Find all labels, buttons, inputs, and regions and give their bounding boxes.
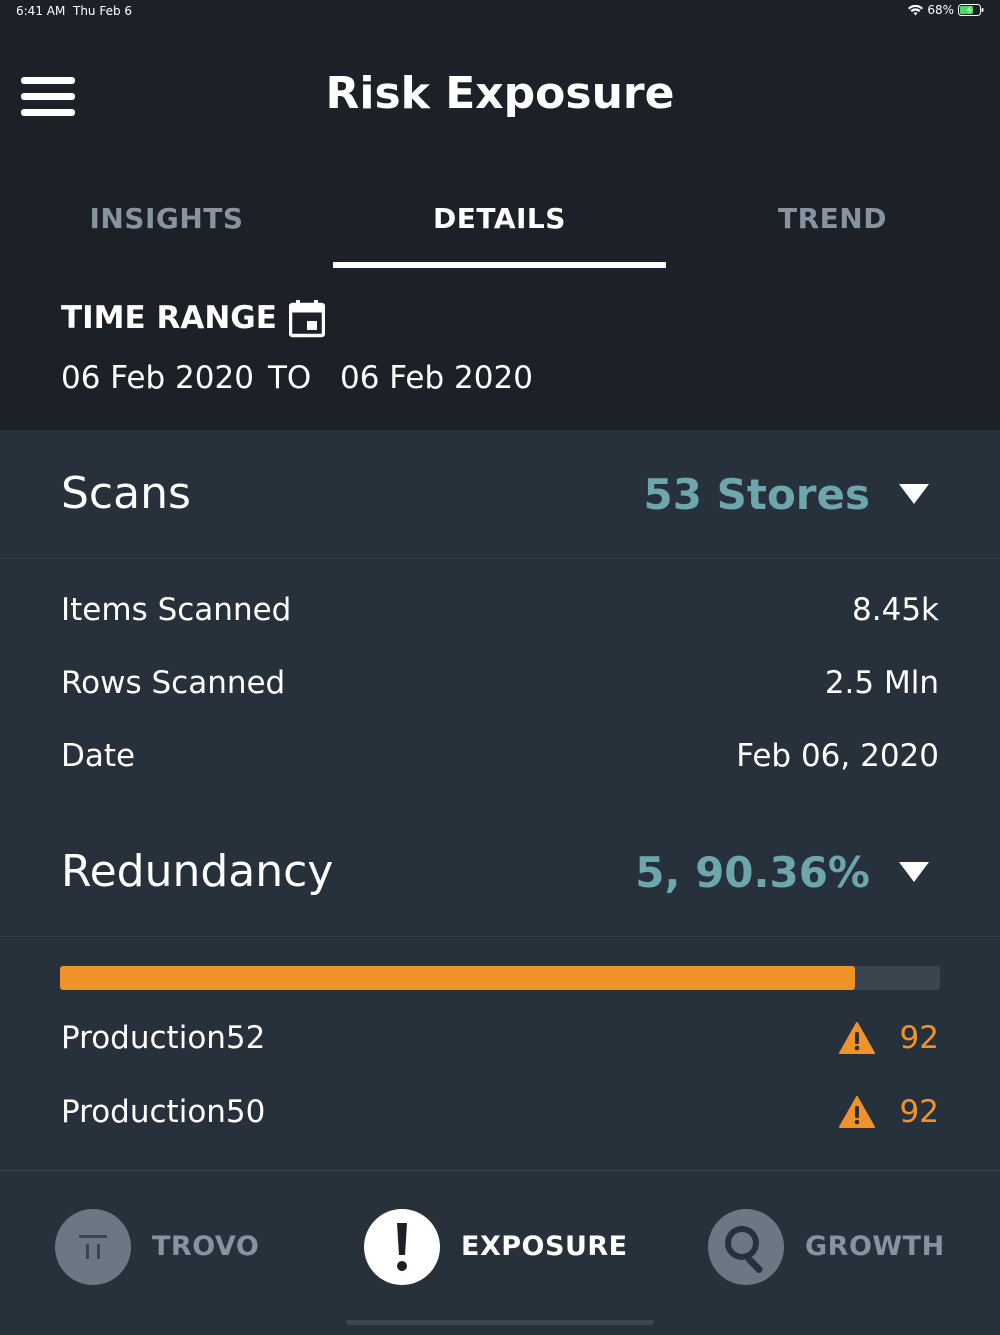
redundancy-value[interactable]: 5, 90.36% <box>635 848 870 897</box>
items-scanned-value: 8.45k <box>852 592 939 628</box>
redundancy-progress-fill <box>60 966 856 990</box>
caret-down-icon[interactable] <box>898 482 930 506</box>
scans-header[interactable]: Scans 53 Stores <box>0 430 1000 559</box>
home-indicator <box>346 1320 654 1325</box>
wifi-icon <box>908 4 924 16</box>
time-range-to[interactable]: 06 Feb 2020 <box>340 360 533 396</box>
status-time: 6:41 AM <box>16 4 66 18</box>
items-scanned-label: Items Scanned <box>61 592 292 628</box>
nav-growth-label[interactable]: GROWTH <box>805 1231 945 1262</box>
date-label: Date <box>61 738 136 774</box>
caret-down-icon[interactable] <box>898 860 930 884</box>
warning-icon <box>839 1022 875 1054</box>
time-range-from[interactable]: 06 Feb 2020 <box>61 360 254 396</box>
nav-trovo-label[interactable]: TROVO <box>152 1231 259 1262</box>
production52-label[interactable]: Production52 <box>61 1020 265 1056</box>
rows-scanned-label: Rows Scanned <box>61 665 286 701</box>
scans-title: Scans <box>61 468 191 519</box>
production50-label[interactable]: Production50 <box>61 1094 265 1130</box>
redundancy-header[interactable]: Redundancy 5, 90.36% <box>0 808 1000 937</box>
redundancy-progress-bar <box>60 966 940 990</box>
tab-insights[interactable]: INSIGHTS <box>0 202 333 235</box>
page-title: Risk Exposure <box>325 68 675 119</box>
calendar-icon[interactable] <box>288 300 326 338</box>
status-bar: 6:41 AM Thu Feb 6 68% <box>0 0 1000 24</box>
time-range-label: TIME RANGE <box>61 300 277 336</box>
scans-stores-value[interactable]: 53 Stores <box>644 470 870 519</box>
active-tab-indicator <box>333 262 666 268</box>
date-value: Feb 06, 2020 <box>736 738 939 774</box>
bottom-nav: TROVO EXPOSURE GROWTH <box>0 1170 1000 1335</box>
status-date: Thu Feb 6 <box>73 4 133 18</box>
details-panel: Scans 53 Stores Items Scanned 8.45k Rows… <box>0 430 1000 1170</box>
magnifier-icon[interactable] <box>708 1209 784 1285</box>
status-indicators: 68% <box>908 3 984 17</box>
production50-value: 92 <box>899 1094 939 1130</box>
exclamation-icon[interactable] <box>364 1209 440 1285</box>
battery-icon <box>958 4 984 16</box>
rows-scanned-value: 2.5 Mln <box>824 665 939 701</box>
battery-percent: 68% <box>927 3 954 17</box>
redundancy-title: Redundancy <box>61 846 334 897</box>
tab-trend[interactable]: TREND <box>666 202 999 235</box>
tab-details[interactable]: DETAILS <box>333 202 666 235</box>
trovo-icon[interactable] <box>55 1209 131 1285</box>
nav-exposure-label[interactable]: EXPOSURE <box>461 1231 628 1262</box>
production52-value: 92 <box>899 1020 939 1056</box>
warning-icon <box>839 1096 875 1128</box>
time-range-separator: TO <box>268 360 312 396</box>
